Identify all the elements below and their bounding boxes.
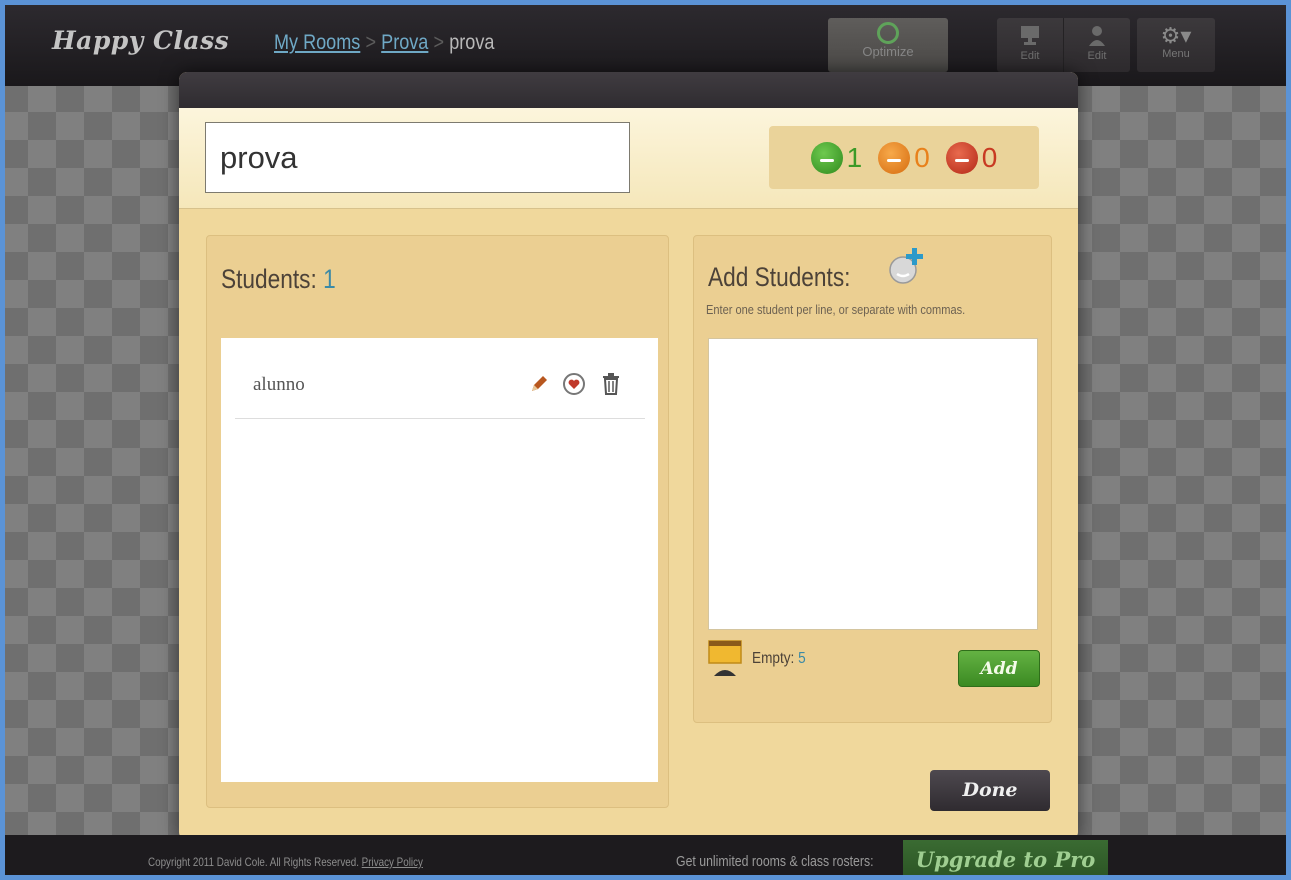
breadcrumb-separator: > xyxy=(433,31,445,54)
edit-desks-button[interactable]: Edit xyxy=(997,18,1064,72)
pencil-icon[interactable] xyxy=(527,372,551,396)
app-logo[interactable]: Happy Class xyxy=(52,26,229,55)
students-count: 1 xyxy=(323,264,336,294)
mood-summary: 1 0 0 xyxy=(769,126,1039,189)
optimize-button[interactable]: Optimize xyxy=(828,18,948,72)
footer-copyright: Copyright 2011 David Cole. All Rights Re… xyxy=(148,855,423,869)
students-panel: Students: 1 alunno xyxy=(206,235,669,808)
empty-desks-label: Empty: 5 xyxy=(752,650,806,668)
edit-desks-label: Edit xyxy=(1020,50,1040,62)
happy-face-icon xyxy=(810,141,843,174)
edit-students-button[interactable]: Edit xyxy=(1064,18,1130,72)
breadcrumb-separator: > xyxy=(365,31,377,54)
add-students-title: Add Students: xyxy=(708,262,851,292)
footer-promo: Get unlimited rooms & class rosters: xyxy=(676,853,874,870)
refresh-icon xyxy=(877,22,899,44)
person-icon xyxy=(1089,26,1105,46)
add-button[interactable]: Add xyxy=(958,650,1040,687)
students-title: Students: 1 xyxy=(221,264,336,295)
trash-icon[interactable] xyxy=(599,372,623,396)
student-list: alunno xyxy=(221,338,658,782)
done-button[interactable]: Done xyxy=(930,770,1050,811)
modal-header xyxy=(179,72,1078,108)
upgrade-button[interactable]: Upgrade to Pro xyxy=(903,840,1108,880)
student-name: alunno xyxy=(253,374,305,395)
edit-students-label: Edit xyxy=(1087,50,1107,62)
breadcrumb: My Rooms > Prova > prova xyxy=(274,31,494,55)
edit-toolbar: Edit Edit xyxy=(997,18,1130,72)
menu-button[interactable]: ⚙▾ Menu xyxy=(1137,18,1215,72)
add-students-panel: Add Students: Enter one student per line… xyxy=(693,235,1052,723)
sad-face-icon xyxy=(945,141,978,174)
breadcrumb-my-rooms[interactable]: My Rooms xyxy=(274,31,360,54)
add-students-textarea[interactable] xyxy=(708,338,1038,630)
gear-icon: ⚙▾ xyxy=(1160,23,1192,48)
copyright-text: Copyright 2011 David Cole. All Rights Re… xyxy=(148,855,359,869)
mood-neutral: 0 xyxy=(878,141,930,174)
neutral-face-icon xyxy=(878,141,911,174)
mood-neutral-count: 0 xyxy=(914,141,930,173)
breadcrumb-prova-link[interactable]: Prova xyxy=(381,31,428,54)
room-name-input[interactable]: prova xyxy=(205,122,630,193)
list-item[interactable]: alunno xyxy=(235,338,645,419)
monitor-icon xyxy=(1021,26,1039,45)
mood-happy: 1 xyxy=(810,141,863,174)
menu-label: Menu xyxy=(1162,48,1190,60)
add-student-icon xyxy=(889,248,923,284)
empty-count: 5 xyxy=(798,650,806,667)
edit-room-modal: prova 1 0 0 Students: 1 alunno Add Stude… xyxy=(179,72,1078,840)
breadcrumb-current: prova xyxy=(449,31,495,54)
privacy-policy-link[interactable]: Privacy Policy xyxy=(362,855,423,869)
optimize-label: Optimize xyxy=(862,44,914,59)
heart-icon[interactable] xyxy=(562,372,586,396)
mood-sad: 0 xyxy=(945,141,998,174)
add-students-hint: Enter one student per line, or separate … xyxy=(706,302,966,317)
mood-happy-count: 1 xyxy=(846,141,863,173)
students-title-label: Students: xyxy=(221,264,317,294)
desk-icon xyxy=(708,640,742,676)
empty-label: Empty: xyxy=(752,650,795,667)
mood-sad-count: 0 xyxy=(981,141,998,173)
